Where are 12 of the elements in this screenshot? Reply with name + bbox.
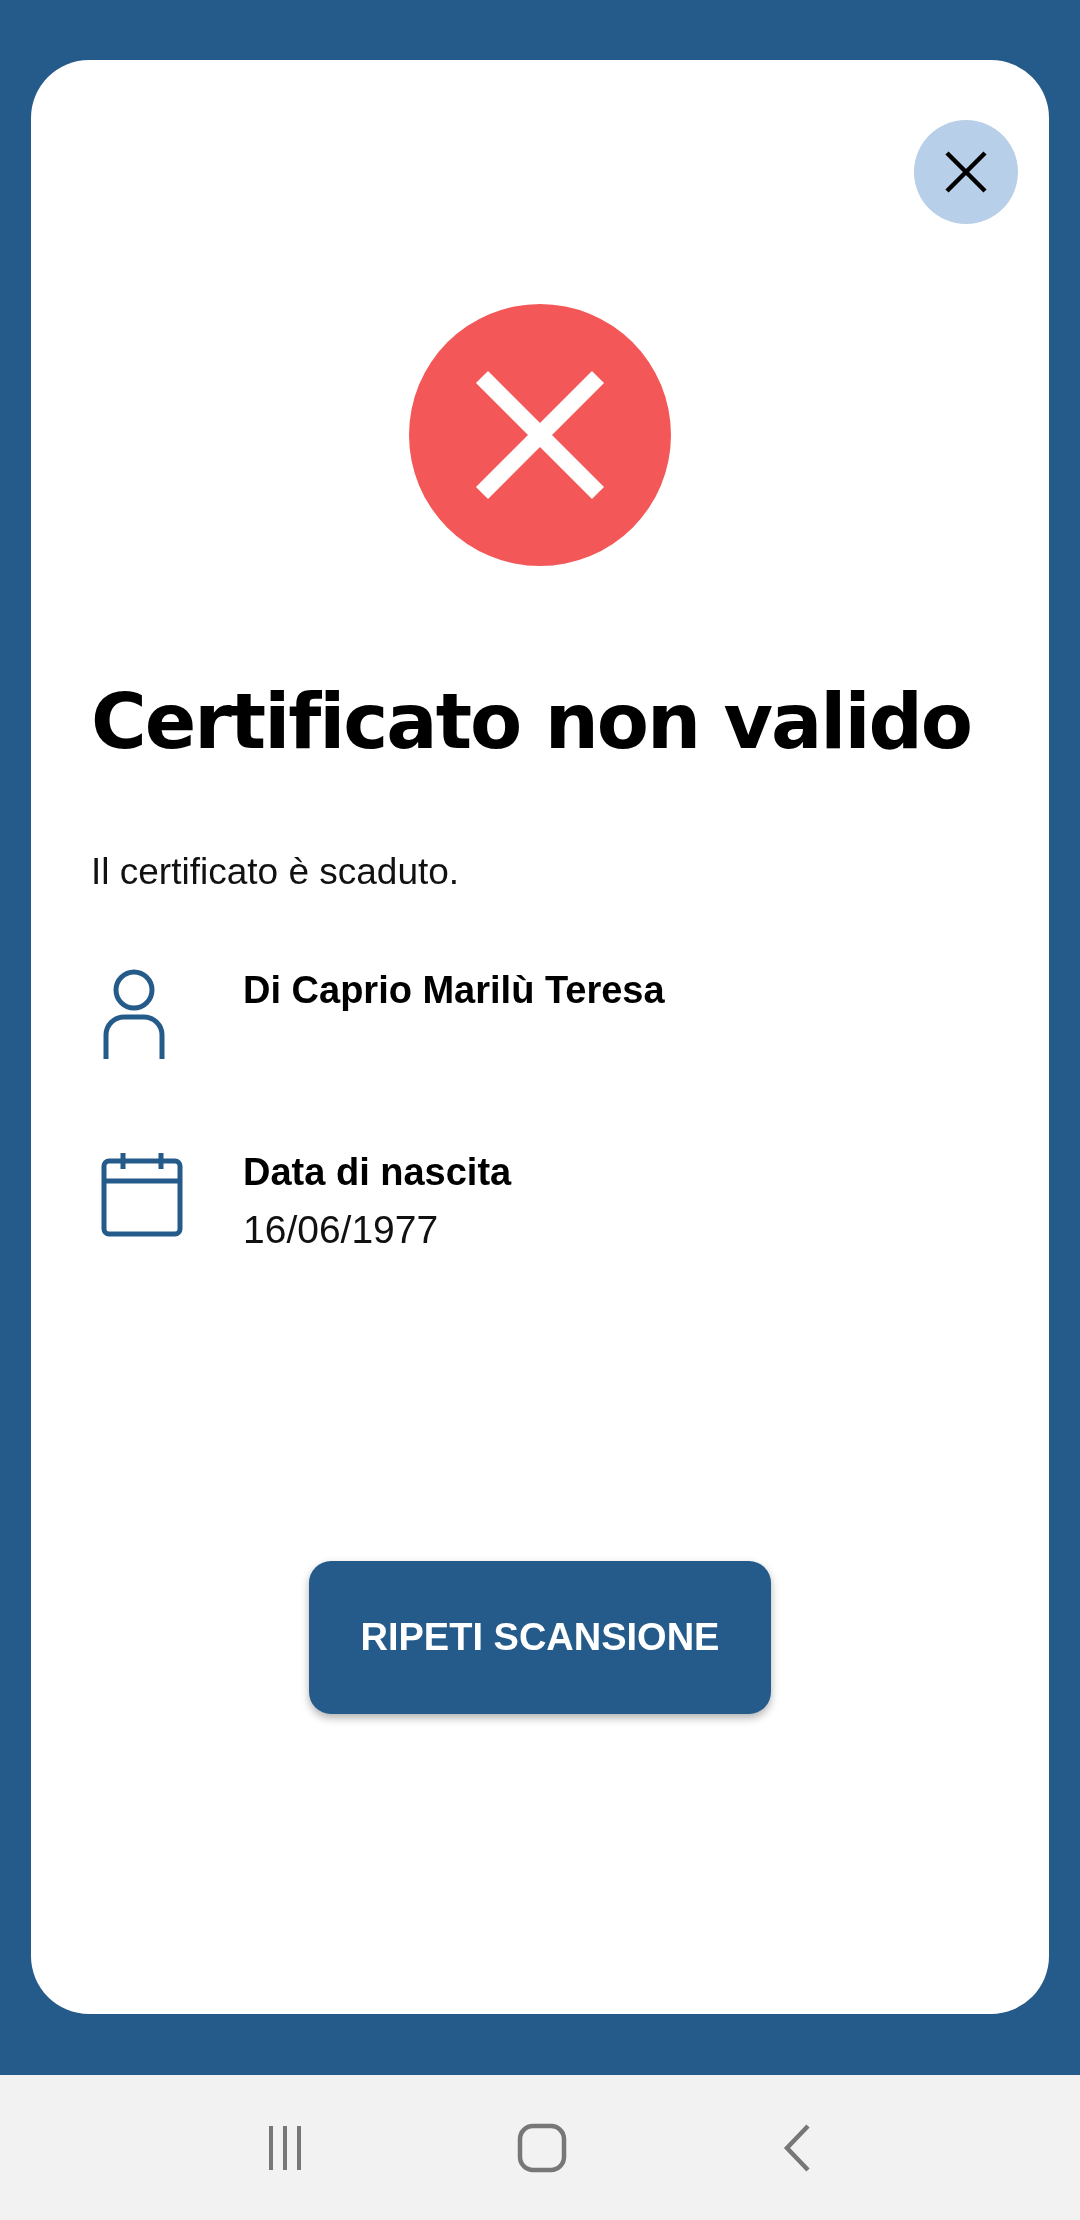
person-icon	[101, 969, 167, 1062]
back-icon[interactable]	[782, 2122, 813, 2173]
detail-label: Data di nascita	[243, 1151, 512, 1195]
rescan-button[interactable]: RIPETI SCANSIONE	[309, 1561, 771, 1715]
recent-apps-icon[interactable]	[267, 2123, 302, 2172]
result-message: Il certificato è scaduto.	[91, 851, 461, 894]
detail-value: 16/06/1977	[243, 1208, 440, 1253]
person-name: Di Caprio Marilù Teresa	[243, 969, 665, 1013]
result-title: Certificato non valido	[91, 676, 973, 768]
close-icon	[943, 149, 989, 195]
home-icon[interactable]	[517, 2122, 567, 2173]
calendar-icon	[101, 1151, 183, 1238]
